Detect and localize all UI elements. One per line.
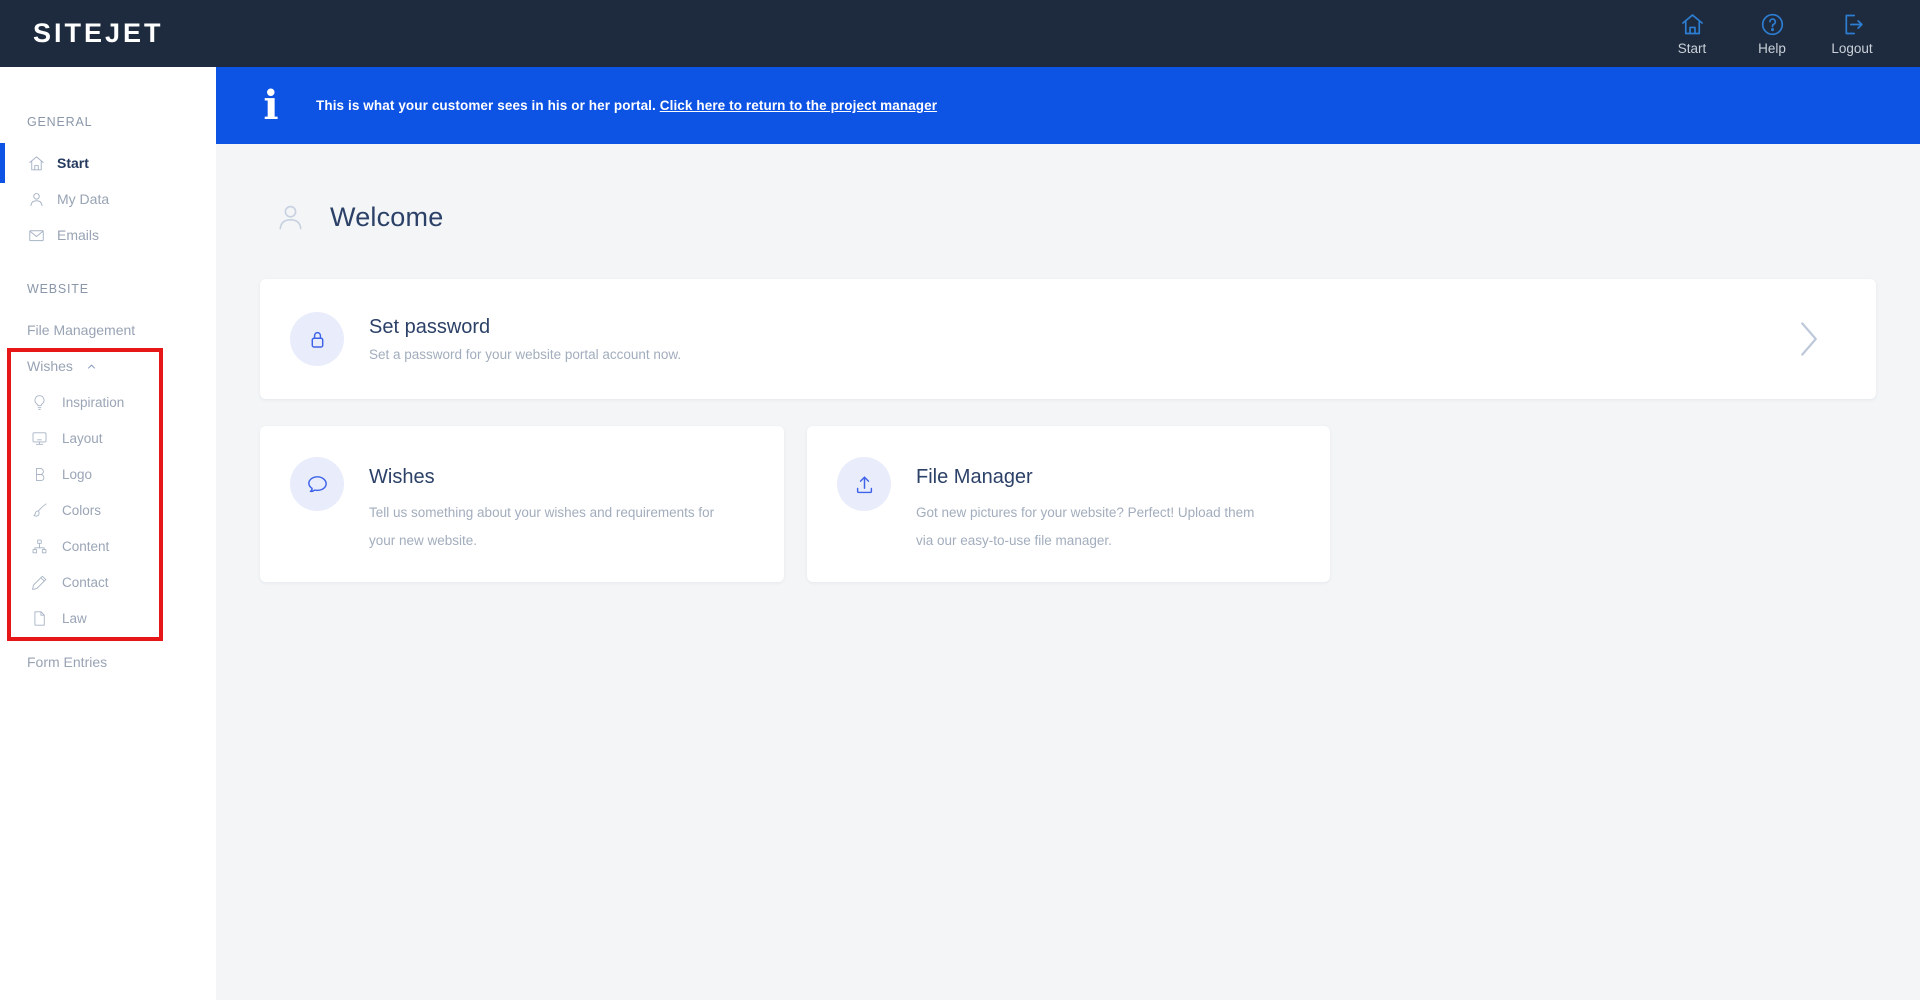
- sidebar-section-website: WEBSITE: [27, 282, 89, 296]
- document-icon: [34, 610, 45, 626]
- return-to-project-manager-link[interactable]: Click here to return to the project mana…: [660, 98, 937, 113]
- lock-icon-circle: [290, 312, 344, 366]
- sidebar-item-my-data[interactable]: My Data: [0, 181, 216, 217]
- welcome-header: Welcome: [273, 200, 1920, 235]
- envelope-icon: [29, 229, 44, 241]
- sidebar-subitem-label: Colors: [62, 502, 102, 518]
- user-icon: [279, 205, 302, 230]
- topbar: SITEJET Start Help Logout: [0, 0, 1920, 67]
- banner-message: This is what your customer sees in his o…: [316, 98, 656, 113]
- banner-text: This is what your customer sees in his o…: [316, 98, 937, 113]
- topnav: Start Help Logout: [1670, 11, 1874, 56]
- file-manager-card-text: File Manager Got new pictures for your w…: [916, 466, 1272, 555]
- sidebar-item-form-entries[interactable]: Form Entries: [0, 644, 216, 680]
- upload-icon: [856, 475, 872, 493]
- pen-icon: [32, 575, 47, 590]
- app: SITEJET Start Help Logout GENERAL Start …: [0, 0, 1920, 1000]
- lightbulb-icon: [34, 394, 45, 410]
- sidebar-subitem-label: Layout: [62, 430, 103, 446]
- sidebar-item-label: My Data: [57, 191, 110, 207]
- home-icon: [29, 155, 44, 170]
- card-title: File Manager: [916, 466, 1033, 488]
- upload-icon-circle: [837, 457, 891, 511]
- sidebar-subitem-label: Inspiration: [62, 394, 125, 410]
- set-password-text: Set password Set a password for your web…: [369, 316, 681, 362]
- logo-b-icon: [36, 467, 45, 481]
- sidebar-subitem-colors[interactable]: Colors: [0, 492, 216, 528]
- sidebar-item-label: Start: [57, 155, 89, 171]
- sidebar-subitem-label: Contact: [62, 574, 109, 590]
- sidebar-subitem-layout[interactable]: Layout: [0, 420, 216, 456]
- info-banner: i This is what your customer sees in his…: [216, 67, 1920, 144]
- card-description: Got new pictures for your website? Perfe…: [916, 505, 1255, 548]
- card-title: Wishes: [369, 466, 435, 488]
- sidebar: GENERAL Start My Data Emails WEBSITE Fil…: [0, 67, 216, 1000]
- topnav-logout-label: Logout: [1831, 41, 1873, 56]
- sidebar-item-label: Form Entries: [27, 654, 108, 670]
- sidebar-subitem-inspiration[interactable]: Inspiration: [0, 384, 216, 420]
- sidebar-subitem-logo[interactable]: Logo: [0, 456, 216, 492]
- monitor-icon: [32, 431, 47, 445]
- card-row: Wishes Tell us something about your wish…: [260, 426, 1876, 582]
- sidebar-item-wishes[interactable]: Wishes: [0, 348, 216, 384]
- sidebar-item-emails[interactable]: Emails: [0, 217, 216, 253]
- sitemap-icon: [32, 539, 47, 553]
- logout-icon: [1844, 14, 1863, 35]
- topnav-help-label: Help: [1758, 41, 1786, 56]
- paintbrush-icon: [33, 502, 47, 517]
- sidebar-section-general: GENERAL: [27, 115, 93, 129]
- topnav-help-button[interactable]: Help: [1750, 11, 1794, 56]
- wishes-card-text: Wishes Tell us something about your wish…: [369, 466, 725, 555]
- chevron-up-icon: [87, 364, 95, 369]
- set-password-card[interactable]: Set password Set a password for your web…: [260, 279, 1876, 399]
- home-icon: [1681, 14, 1703, 35]
- sidebar-item-label: File Management: [27, 322, 136, 338]
- chevron-right-icon: [1801, 322, 1817, 356]
- main-content: i This is what your customer sees in his…: [216, 67, 1920, 1000]
- sidebar-subitem-label: Law: [62, 610, 87, 626]
- user-icon: [30, 192, 43, 206]
- topnav-start-button[interactable]: Start: [1670, 11, 1714, 56]
- card-title: Set password: [369, 316, 491, 339]
- topnav-start-label: Start: [1677, 41, 1707, 56]
- sidebar-item-label: Wishes: [27, 358, 73, 374]
- card-description: Tell us something about your wishes and …: [369, 505, 715, 548]
- sidebar-subitem-content[interactable]: Content: [0, 528, 216, 564]
- info-icon: i: [263, 81, 279, 129]
- sidebar-subitem-law[interactable]: Law: [0, 600, 216, 636]
- speech-bubble-icon: [307, 475, 327, 492]
- sidebar-item-start[interactable]: Start: [0, 143, 216, 183]
- sidebar-item-label: Emails: [57, 227, 100, 243]
- sitejet-logo: SITEJET: [33, 18, 164, 48]
- file-manager-card[interactable]: File Manager Got new pictures for your w…: [807, 426, 1330, 582]
- lock-icon: [311, 331, 323, 348]
- page-title: Welcome: [330, 202, 444, 232]
- help-circle-icon: [1761, 13, 1783, 36]
- sidebar-subitem-contact[interactable]: Contact: [0, 564, 216, 600]
- speech-bubble-icon-circle: [290, 457, 344, 511]
- sidebar-item-file-management[interactable]: File Management: [0, 312, 216, 348]
- topnav-logout-button[interactable]: Logout: [1830, 11, 1874, 56]
- card-description: Set a password for your website portal a…: [369, 347, 682, 363]
- sidebar-subitem-label: Content: [62, 538, 110, 554]
- sidebar-subitem-label: Logo: [62, 466, 93, 482]
- wishes-card[interactable]: Wishes Tell us something about your wish…: [260, 426, 784, 582]
